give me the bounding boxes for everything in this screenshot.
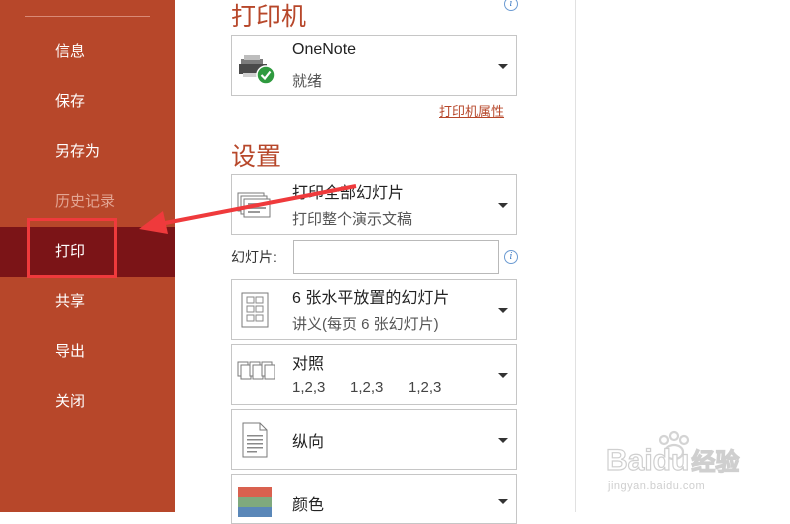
collation-seq-item: 1,2,3: [350, 379, 384, 396]
orientation-dropdown[interactable]: 纵向: [231, 409, 517, 470]
slides-field-label: 幻灯片:: [231, 249, 277, 265]
chevron-down-icon: [498, 499, 508, 504]
printer-dropdown[interactable]: OneNote 就绪: [231, 35, 517, 96]
sidebar-item-save[interactable]: 保存: [0, 77, 175, 127]
printer-icon: [237, 53, 277, 92]
chevron-down-icon: [498, 64, 508, 69]
print-range-title: 打印全部幻灯片: [292, 185, 405, 202]
chevron-down-icon: [498, 373, 508, 378]
sidebar-item-history[interactable]: 历史记录: [0, 177, 175, 227]
print-pane: 打印机 i OneNote 就绪 打印机属性 设置 打印全部幻灯片 打印整个演示…: [175, 0, 575, 524]
info-icon[interactable]: i: [504, 250, 518, 264]
printer-section-title: 打印机: [231, 3, 307, 31]
printer-status: 就绪: [292, 73, 323, 90]
sidebar-item-share[interactable]: 共享: [0, 277, 175, 327]
orientation-title: 纵向: [292, 434, 325, 451]
layout-dropdown[interactable]: 6 张水平放置的幻灯片 讲义(每页 6 张幻灯片): [231, 279, 517, 340]
sidebar-item-export[interactable]: 导出: [0, 327, 175, 377]
backstage-sidebar: 信息 保存 另存为 历史记录 打印 共享 导出 关闭: [0, 0, 175, 512]
collation-seq-item: 1,2,3: [292, 379, 326, 396]
slides-field[interactable]: [293, 240, 499, 274]
sidebar-divider: [25, 16, 150, 17]
sidebar-item-print[interactable]: 打印: [0, 227, 175, 277]
sidebar-item-close[interactable]: 关闭: [0, 377, 175, 427]
layout-subtitle: 讲义(每页 6 张幻灯片): [292, 316, 439, 333]
sidebar-item-info[interactable]: 信息: [0, 27, 175, 77]
collation-dropdown[interactable]: 对照 1,2,3 1,2,3 1,2,3: [231, 344, 517, 405]
collated-pages-icon: [237, 361, 276, 392]
color-dropdown[interactable]: 颜色: [231, 474, 517, 524]
printer-properties-link[interactable]: 打印机属性: [439, 101, 504, 120]
layout-title: 6 张水平放置的幻灯片: [292, 290, 450, 307]
color-swatch-icon: [238, 487, 272, 522]
sidebar-item-save-as[interactable]: 另存为: [0, 127, 175, 177]
printer-name: OneNote: [292, 41, 357, 58]
collation-sequence: 1,2,3 1,2,3 1,2,3: [292, 379, 466, 396]
slides-stack-icon: [237, 192, 273, 225]
color-title: 颜色: [292, 497, 325, 514]
chevron-down-icon: [498, 308, 508, 313]
chevron-down-icon: [498, 203, 508, 208]
print-range-dropdown[interactable]: 打印全部幻灯片 打印整个演示文稿: [231, 174, 517, 235]
collation-seq-item: 1,2,3: [408, 379, 442, 396]
print-range-subtitle: 打印整个演示文稿: [292, 211, 413, 228]
chevron-down-icon: [498, 438, 508, 443]
portrait-page-icon: [242, 422, 268, 463]
collation-title: 对照: [292, 356, 325, 373]
settings-section-title: 设置: [231, 143, 282, 171]
print-preview-pane: [575, 0, 790, 512]
handout-layout-icon: [241, 292, 269, 333]
info-icon[interactable]: i: [504, 0, 518, 11]
